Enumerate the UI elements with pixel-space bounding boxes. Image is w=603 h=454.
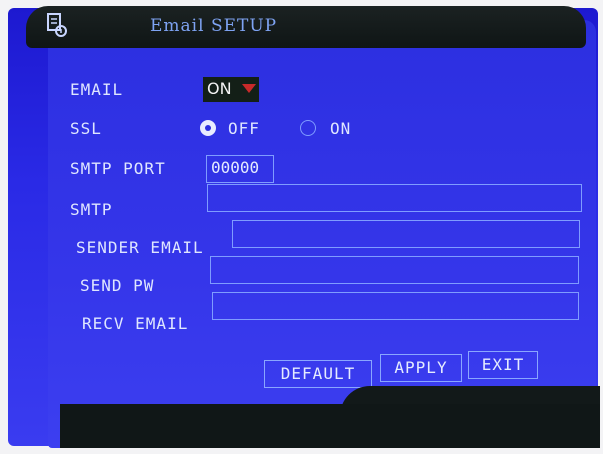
- email-label: EMAIL: [70, 80, 124, 99]
- smtp-port-field[interactable]: 00000: [206, 155, 274, 183]
- ssl-label: SSL: [70, 119, 102, 138]
- ssl-on-radio[interactable]: [300, 120, 316, 136]
- sender-email-field[interactable]: [232, 220, 580, 248]
- smtp-port-label: SMTP PORT: [70, 159, 166, 178]
- ssl-off-radio[interactable]: [200, 120, 216, 136]
- exit-button[interactable]: EXIT: [468, 351, 538, 379]
- recv-email-field[interactable]: [212, 292, 579, 320]
- recv-email-label: RECV EMAIL: [82, 314, 189, 333]
- send-pw-field[interactable]: [210, 256, 579, 284]
- footer-bar: [60, 404, 600, 448]
- ssl-off-label: OFF: [228, 119, 260, 138]
- email-setup-icon: [46, 12, 68, 38]
- window-title: Email SETUP: [150, 16, 278, 36]
- apply-button[interactable]: APPLY: [380, 354, 462, 382]
- sender-email-label: SENDER EMAIL: [76, 238, 204, 257]
- smtp-label: SMTP: [70, 200, 113, 219]
- send-pw-label: SEND PW: [80, 276, 155, 295]
- default-button[interactable]: DEFAULT: [264, 360, 372, 388]
- ssl-on-label: ON: [330, 119, 352, 138]
- email-dropdown-value: ON: [207, 79, 232, 98]
- smtp-field[interactable]: [207, 184, 582, 212]
- chevron-down-icon[interactable]: [242, 84, 256, 93]
- email-dropdown[interactable]: ON: [203, 77, 259, 102]
- title-bar: [26, 6, 586, 48]
